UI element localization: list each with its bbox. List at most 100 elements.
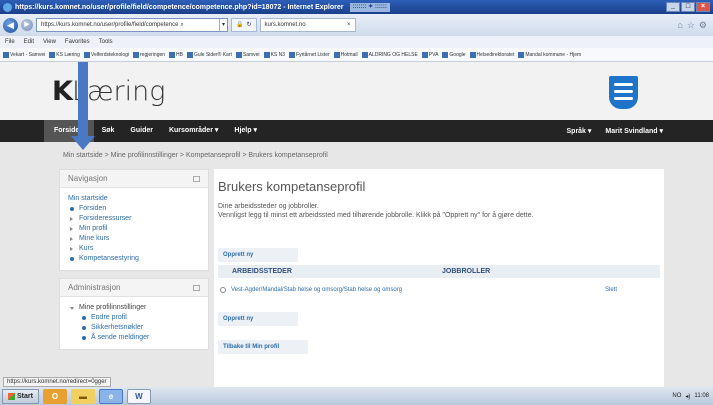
favorite-item[interactable]: ALDRING OG HELSE xyxy=(361,51,418,58)
nav-language[interactable]: Språk ▾ xyxy=(567,127,592,135)
favorite-icon xyxy=(289,51,296,58)
favorite-icon xyxy=(421,51,428,58)
expand-arrow-icon[interactable] xyxy=(70,217,73,221)
dock-icon[interactable] xyxy=(193,284,200,291)
favorite-item[interactable]: regjeringen xyxy=(133,51,165,58)
favorite-item[interactable]: Fyrtårnet Lister xyxy=(289,51,330,58)
folder-taskbar-icon[interactable]: ▬ xyxy=(70,388,95,404)
navigation-block-header: Navigasjon xyxy=(60,170,208,188)
admin-item-messaging[interactable]: Å sende meldinger xyxy=(68,333,200,343)
admin-item-security-keys[interactable]: Sikkerhetsnøkler xyxy=(68,323,200,333)
address-dropdown-icon[interactable]: ▾ xyxy=(219,19,227,31)
favorite-item[interactable]: Vekart - Samvei xyxy=(3,51,45,58)
intro-line-2: Vennligst legg til minst ett arbeidssted… xyxy=(218,212,534,219)
delete-link[interactable]: Slett xyxy=(605,287,617,293)
create-new-button[interactable]: Opprett ny xyxy=(218,248,298,262)
favorite-item[interactable]: Helsedirektoratet xyxy=(469,51,514,58)
menu-favorites[interactable]: Favorites xyxy=(65,39,90,45)
favorite-icon xyxy=(333,51,340,58)
home-icon[interactable]: ⌂ xyxy=(677,20,682,31)
favorite-icon xyxy=(518,51,525,58)
forward-button[interactable]: ▶ xyxy=(21,19,33,31)
status-bar-url: https://kurs.komnet.no/redirect=0gger xyxy=(3,377,111,387)
nav-item-competence-management[interactable]: Kompetansestyring xyxy=(68,254,200,264)
nav-item-my-home[interactable]: Min startside xyxy=(68,194,200,204)
collapse-arrow-icon[interactable] xyxy=(70,306,74,310)
settings-gear-icon[interactable]: ⚙ xyxy=(699,20,707,31)
expand-circle-icon[interactable] xyxy=(220,287,226,293)
favorite-icon xyxy=(469,51,476,58)
page-title: Brukers kompetanseprofil xyxy=(218,179,366,194)
admin-item-edit-profile[interactable]: Endre profil xyxy=(68,313,200,323)
navigation-block: Navigasjon Min startside Forsiden Forsid… xyxy=(59,169,209,271)
window-title: https://kurs.komnet.no/user/profile/fiel… xyxy=(15,3,344,11)
address-text: https://kurs.komnet.no/user/profile/fiel… xyxy=(41,22,179,28)
logo-k: K xyxy=(52,76,73,107)
nav-item-my-courses[interactable]: Mine kurs xyxy=(68,234,200,244)
expand-arrow-icon[interactable] xyxy=(70,227,73,231)
nav-item-frontpage[interactable]: Forsiden xyxy=(68,204,200,214)
word-taskbar-icon[interactable]: W xyxy=(126,388,151,404)
administration-list: Mine profilinnstillinger Endre profil Si… xyxy=(60,297,208,349)
favorite-item[interactable]: KS N3 xyxy=(263,51,285,58)
col-workplaces: ARBEIDSSTEDER xyxy=(232,268,292,275)
clock[interactable]: 11:08 xyxy=(694,393,709,399)
expand-arrow-icon[interactable] xyxy=(70,237,73,241)
navigation-title: Navigasjon xyxy=(68,174,108,183)
nav-search[interactable]: Søk xyxy=(94,120,123,142)
favorite-item[interactable]: Gule Sider® Kart xyxy=(187,51,232,58)
security-tab[interactable]: 🔒 ↻ xyxy=(231,18,257,32)
nav-item-my-profile[interactable]: Min profil xyxy=(68,224,200,234)
address-bar[interactable]: https://kurs.komnet.no/user/profile/fiel… xyxy=(36,18,228,32)
menu-file[interactable]: File xyxy=(5,39,15,45)
col-job-roles: JOBBROLLER xyxy=(442,268,491,275)
dock-icon[interactable] xyxy=(193,175,200,182)
refresh-icon[interactable]: ↻ xyxy=(246,19,251,31)
tab-close-icon[interactable]: × xyxy=(347,19,351,31)
favorite-item[interactable]: Hotmail xyxy=(333,51,358,58)
create-new-button-2[interactable]: Opprett ny xyxy=(218,312,298,326)
favorites-bar: Vekart - Samvei KS Læring Velferdsteknol… xyxy=(0,48,713,62)
breadcrumb[interactable]: Min startside > Mine profilinnstillinger… xyxy=(63,152,328,159)
site-logo[interactable]: KLæring xyxy=(52,76,165,107)
nav-item-courses[interactable]: Kurs xyxy=(68,244,200,254)
internet-explorer-taskbar-icon[interactable]: e xyxy=(98,388,123,404)
browser-tab[interactable]: kurs.komnet.no × xyxy=(259,18,356,32)
nav-course-areas[interactable]: Kursområder ▾ xyxy=(161,120,226,142)
nav-item-frontpage-resources[interactable]: Forsideressurser xyxy=(68,214,200,224)
favorite-item[interactable]: Velferdsteknologi xyxy=(83,51,129,58)
favorite-item[interactable]: Mandal kommune - Hjem xyxy=(518,51,581,58)
favorite-item[interactable]: KS Læring xyxy=(49,51,80,58)
nav-guides[interactable]: Guider xyxy=(122,120,161,142)
minimize-button[interactable]: _ xyxy=(666,2,680,12)
search-icon[interactable]: ⌕ xyxy=(180,19,183,31)
favorite-item[interactable]: HB xyxy=(169,51,183,58)
maximize-button[interactable]: □ xyxy=(681,2,695,12)
favorite-item[interactable]: PVA xyxy=(421,51,438,58)
language-indicator[interactable]: NO xyxy=(672,393,681,399)
workplace-link[interactable]: Vest-Agder/Mandal/Stab helse og omsorg/S… xyxy=(231,287,605,293)
volume-icon[interactable]: ◂) xyxy=(685,393,690,400)
back-button[interactable]: ◀ xyxy=(3,17,18,33)
menu-view[interactable]: View xyxy=(43,39,56,45)
bullet-icon xyxy=(82,316,86,320)
favorite-icon xyxy=(49,51,56,58)
outlook-taskbar-icon[interactable]: O xyxy=(42,388,67,404)
expand-arrow-icon[interactable] xyxy=(70,247,73,251)
favorites-star-icon[interactable]: ☆ xyxy=(687,20,695,31)
close-button[interactable]: × xyxy=(696,2,710,12)
windows-logo-icon xyxy=(8,392,15,400)
browser-titlebar: https://kurs.komnet.no/user/profile/fiel… xyxy=(0,0,713,14)
nav-help[interactable]: Hjelp ▾ xyxy=(226,120,265,142)
favorite-icon xyxy=(169,51,176,58)
favorite-item[interactable]: Google xyxy=(442,51,466,58)
nav-user-menu[interactable]: Marit Svindland ▾ xyxy=(605,127,663,135)
menu-tools[interactable]: Tools xyxy=(99,39,113,45)
start-button[interactable]: Start xyxy=(2,388,39,404)
favorite-icon xyxy=(83,51,90,58)
intro-text: Dine arbeidssteder og jobbroller. Vennli… xyxy=(218,202,660,220)
menu-edit[interactable]: Edit xyxy=(24,39,34,45)
back-to-profile-button[interactable]: Tilbake til Min profil xyxy=(218,340,308,354)
favorite-item[interactable]: Samvei xyxy=(235,51,260,58)
admin-group-profile-settings[interactable]: Mine profilinnstillinger xyxy=(68,303,200,313)
